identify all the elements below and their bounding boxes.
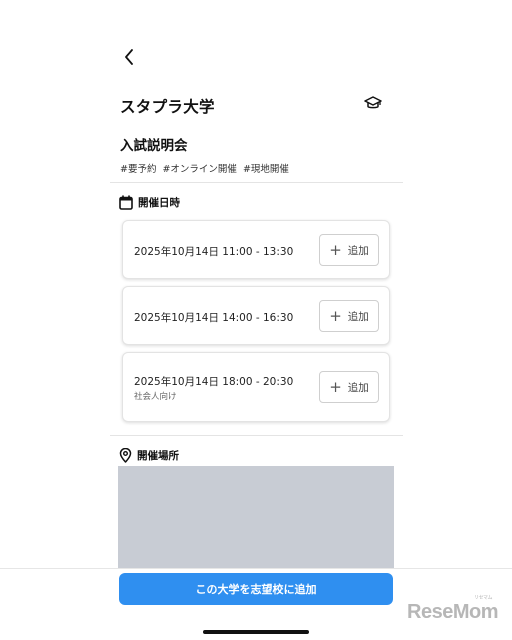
slot-datetime: 2025年10月14日 14:00 - 16:30: [134, 312, 294, 324]
add-button-label: 追加: [347, 244, 369, 257]
footer-divider: [0, 568, 512, 569]
schedule-slot-3[interactable]: 2025年10月14日 18:00 - 20:30 社会人向け + 追加: [122, 352, 390, 422]
home-indicator[interactable]: [203, 630, 309, 634]
add-to-calendar-button[interactable]: + 追加: [319, 234, 379, 266]
slot-datetime: 2025年10月14日 18:00 - 20:30: [134, 376, 294, 388]
schedule-heading-label: 開催日時: [138, 197, 180, 209]
add-to-calendar-button[interactable]: + 追加: [319, 371, 379, 403]
divider: [110, 435, 403, 436]
university-name: スタプラ大学: [120, 98, 215, 116]
plus-icon: +: [329, 306, 342, 325]
add-button-label: 追加: [347, 381, 369, 394]
tag-reservation: #要予約: [120, 164, 157, 175]
add-to-calendar-button[interactable]: + 追加: [319, 300, 379, 332]
event-title: 入試説明会: [120, 138, 188, 154]
plus-icon: +: [329, 377, 342, 396]
watermark-text: ReseMom: [407, 601, 498, 623]
back-button[interactable]: [119, 46, 139, 68]
plus-icon: +: [329, 240, 342, 259]
divider: [110, 182, 403, 183]
watermark-ruby: リセマム: [473, 595, 493, 601]
slot-datetime: 2025年10月14日 11:00 - 13:30: [134, 246, 294, 258]
schedule-slot-2[interactable]: 2025年10月14日 14:00 - 16:30 + 追加: [122, 286, 390, 345]
tag-online: #オンライン開催: [162, 164, 237, 175]
slot-note: 社会人向け: [134, 392, 177, 402]
map-pin-icon: [119, 448, 132, 463]
graduation-cap-icon[interactable]: [364, 95, 382, 111]
resemom-watermark-logo: ReseMom リセマム: [407, 595, 498, 624]
add-to-target-schools-button[interactable]: この大学を志望校に追加: [119, 573, 393, 605]
calendar-icon: [119, 195, 133, 210]
add-button-label: 追加: [347, 310, 369, 323]
venue-heading: 開催場所: [119, 448, 179, 463]
tag-list: #要予約 #オンライン開催 #現地開催: [120, 161, 289, 175]
schedule-heading: 開催日時: [119, 195, 180, 210]
chevron-left-icon: [125, 49, 133, 65]
venue-heading-label: 開催場所: [137, 450, 179, 462]
schedule-slot-1[interactable]: 2025年10月14日 11:00 - 13:30 + 追加: [122, 220, 390, 279]
tag-onsite: #現地開催: [242, 164, 289, 175]
venue-map[interactable]: [118, 466, 394, 568]
